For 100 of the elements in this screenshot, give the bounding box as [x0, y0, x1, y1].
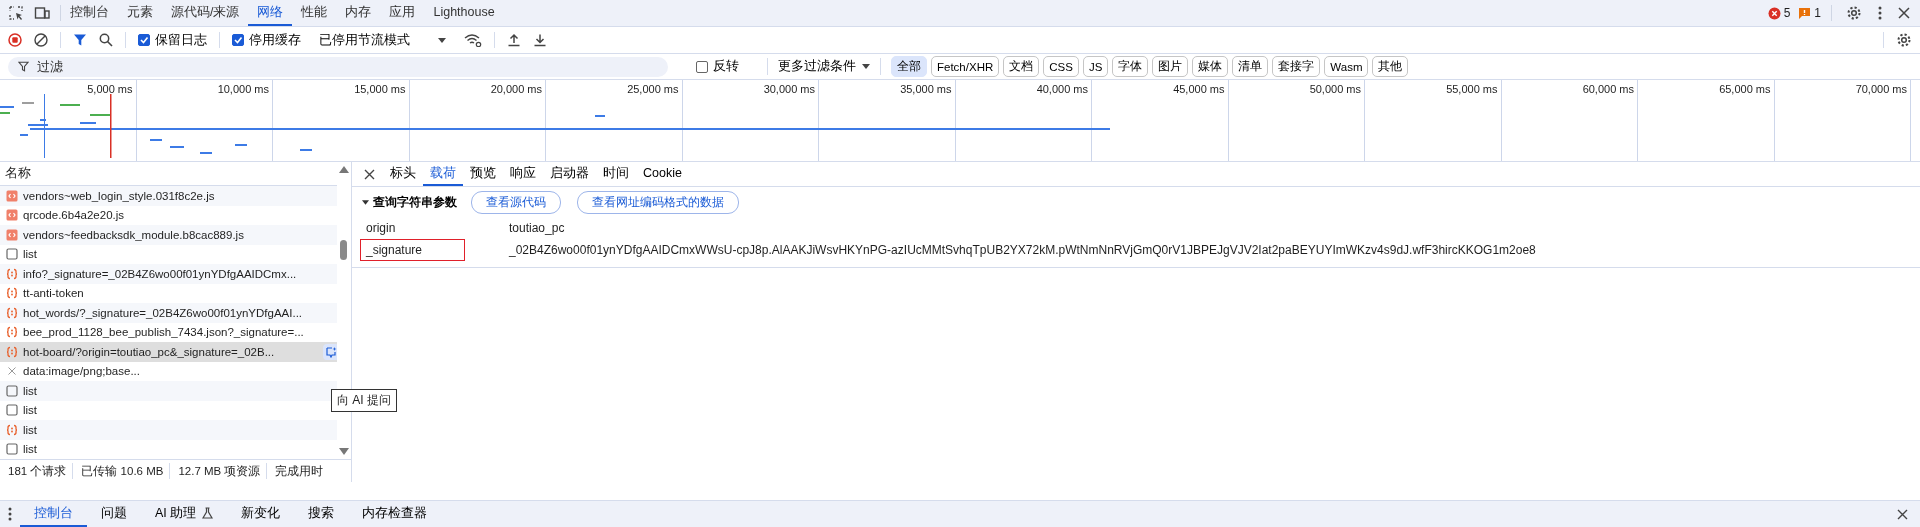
inspect-icon[interactable]	[8, 5, 24, 21]
network-settings-icon[interactable]	[1896, 32, 1912, 48]
view-option-button[interactable]: 查看源代码	[471, 190, 561, 214]
detail-tab[interactable]: 时间	[596, 162, 636, 186]
caret-icon	[438, 37, 446, 43]
drawer-tab[interactable]: 内存检查器	[348, 501, 442, 527]
time-tick-label: 50,000 ms	[1309, 83, 1361, 95]
checkbox[interactable]	[138, 34, 150, 46]
panel-tab[interactable]: 元素	[118, 0, 162, 26]
param-key: _signature	[360, 239, 465, 261]
panel-tab[interactable]: 性能	[292, 0, 337, 26]
request-row[interactable]: list	[0, 381, 337, 401]
ask-ai-button[interactable]	[323, 343, 337, 360]
filter-bar[interactable]: 过滤	[8, 56, 668, 77]
request-row[interactable]: hot_words/?_signature=_02B4Z6wo00f01ynYDfgAAI...	[0, 303, 337, 323]
param-key: origin	[360, 217, 465, 239]
scrollbar-thumb[interactable]	[340, 240, 347, 260]
time-tick-label: 40,000 ms	[1036, 83, 1088, 95]
time-tick-label: 5,000 ms	[87, 83, 133, 95]
close-icon[interactable]	[364, 168, 375, 180]
type-filter-chip[interactable]: 图片	[1152, 56, 1189, 77]
time-tick-label: 15,000 ms	[354, 83, 406, 95]
type-filter-chip[interactable]: 其他	[1372, 56, 1409, 77]
section-header[interactable]: 查询字符串参数	[362, 193, 457, 211]
drawer-tab[interactable]: AI 助理	[141, 501, 228, 527]
type-filter-chip[interactable]: Wasm	[1324, 56, 1369, 77]
document-icon	[6, 443, 18, 456]
summary-text: 完成用时	[274, 464, 325, 479]
type-filter-chip[interactable]: 媒体	[1192, 56, 1229, 77]
stop-recording-icon[interactable]	[8, 33, 22, 47]
detail-tab[interactable]: 标头	[383, 162, 423, 186]
checkbox[interactable]	[696, 60, 708, 73]
time-tick-label: 25,000 ms	[627, 83, 679, 95]
filter-icon	[18, 61, 29, 72]
settings-icon[interactable]	[1846, 5, 1862, 21]
request-row[interactable]: vendors~feedbacksdk_module.b8cac889.js	[0, 225, 337, 245]
type-filter-chip[interactable]: 字体	[1112, 56, 1149, 77]
type-filter-chip[interactable]: Fetch/XHR	[931, 56, 1000, 77]
drawer-menu-icon[interactable]	[8, 507, 12, 521]
detail-tab[interactable]: 预览	[463, 162, 503, 186]
scroll-up-icon[interactable]	[339, 166, 349, 173]
request-row[interactable]: vendors~web_login_style.031f8c2e.js	[0, 186, 337, 206]
network-conditions-icon[interactable]	[464, 33, 482, 47]
close-drawer-icon[interactable]	[1897, 508, 1908, 520]
drawer-tab[interactable]: 搜索	[294, 501, 349, 527]
type-filter-chip[interactable]: 清单	[1232, 56, 1269, 77]
warning-count[interactable]: 1	[1798, 6, 1821, 20]
panel-tab[interactable]: 源代码/来源	[162, 0, 249, 26]
filter-icon[interactable]	[73, 33, 87, 47]
panel-tab[interactable]: 应用	[380, 0, 425, 26]
throttling-dropdown[interactable]: 已停用节流模式	[313, 30, 452, 50]
time-tick-label: 60,000 ms	[1582, 83, 1634, 95]
scroll-down-icon[interactable]	[339, 448, 349, 455]
document-icon	[6, 404, 18, 417]
type-filter-chip[interactable]: JS	[1082, 56, 1109, 77]
time-tick-label: 55,000 ms	[1446, 83, 1498, 95]
more-filters-dropdown[interactable]: 更多过滤条件	[767, 58, 881, 75]
detail-tab[interactable]: 响应	[503, 162, 543, 186]
search-icon[interactable]	[99, 33, 113, 47]
clear-icon[interactable]	[34, 33, 48, 47]
drawer-tab[interactable]: 新变化	[227, 501, 295, 527]
type-filter-chip[interactable]: 全部	[891, 56, 927, 77]
fetch-request-icon	[6, 423, 18, 436]
detail-tab[interactable]: Cookie	[636, 162, 689, 186]
filter-field[interactable]: 过滤	[37, 59, 597, 74]
tooltip: 向 AI 提问	[331, 389, 397, 412]
time-tick-label: 65,000 ms	[1719, 83, 1771, 95]
more-options-icon[interactable]	[1878, 6, 1882, 20]
time-tick-label: 35,000 ms	[900, 83, 952, 95]
type-filter-chip[interactable]: 文档	[1003, 56, 1040, 77]
drawer-tab[interactable]: 问题	[87, 501, 141, 527]
detail-tab[interactable]: 载荷	[423, 162, 463, 186]
view-option-button[interactable]: 查看网址编码格式的数据	[577, 190, 739, 214]
panel-tab[interactable]: Lighthouse	[424, 0, 504, 26]
checkbox[interactable]	[232, 34, 244, 46]
param-value: toutiao_pc	[509, 221, 565, 235]
request-row[interactable]: list	[0, 420, 337, 440]
time-tick-label: 70,000 ms	[1855, 83, 1907, 95]
fetch-request-icon	[6, 267, 18, 280]
upload-icon[interactable]	[507, 33, 521, 47]
download-icon[interactable]	[533, 33, 547, 47]
script-file-icon	[6, 209, 18, 222]
name-column-header[interactable]: 名称	[5, 165, 31, 182]
panel-tab[interactable]: 控制台	[61, 0, 118, 26]
request-row[interactable]: info?_signature=_02B4Z6wo00f01ynYDfgAAIDCmx...	[0, 264, 337, 284]
device-toolbar-icon[interactable]	[34, 5, 50, 21]
type-filter-chip[interactable]: 套接字	[1272, 56, 1321, 77]
drawer-tab[interactable]: 控制台	[20, 501, 87, 527]
preserve-log-checkbox[interactable]: 保留日志	[138, 31, 207, 49]
script-file-icon	[6, 189, 18, 202]
close-icon[interactable]	[1898, 7, 1910, 19]
disable-cache-checkbox[interactable]: 停用缓存	[232, 31, 301, 49]
panel-tab[interactable]: 内存	[336, 0, 381, 26]
invert-checkbox[interactable]: 反转	[696, 58, 739, 75]
error-count[interactable]: 5	[1767, 6, 1791, 20]
request-row[interactable]: hot-board/?origin=toutiao_pc&_signature=_02B...	[0, 342, 337, 362]
panel-tab[interactable]: 网络	[248, 0, 293, 26]
fetch-request-icon	[6, 287, 18, 300]
type-filter-chip[interactable]: CSS	[1043, 56, 1079, 77]
detail-tab[interactable]: 启动器	[543, 162, 596, 186]
